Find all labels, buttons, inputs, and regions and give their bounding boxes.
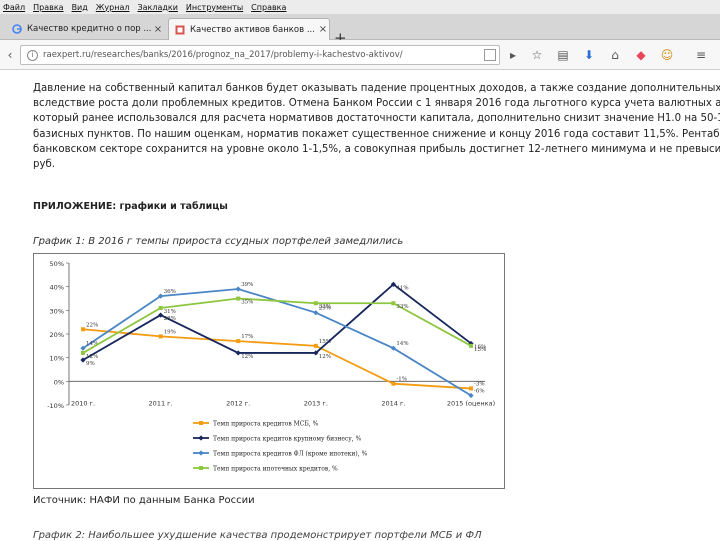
- loan-growth-chart: -10% 0% 10% 20% 30% 40% 50% 2010 г. 2011 г. 2012 …: [33, 253, 505, 489]
- data-label: 17%: [241, 334, 253, 340]
- site-favicon-icon: [175, 25, 185, 34]
- data-point: [469, 386, 473, 391]
- paragraph-line: вследствие роста доли проблемных кредито…: [33, 98, 720, 110]
- data-point: [158, 334, 163, 339]
- legend-label: Темп прироста кредитов ФЛ (кроме ипотеки…: [213, 451, 368, 458]
- appendix-heading: ПРИЛОЖЕНИЕ: графики и таблицы: [33, 201, 228, 212]
- data-label: 36%: [164, 289, 176, 295]
- tab-bar: Качество кредитно о пор ... × Качество а…: [0, 14, 720, 46]
- y-tick-label: 0%: [54, 378, 64, 386]
- paragraph-line: Давление на собственный капитал банков б…: [33, 83, 720, 94]
- data-label: 33%: [396, 304, 408, 310]
- star-icon[interactable]: ☆: [530, 48, 544, 62]
- tab-google[interactable]: Качество кредитно о пор ... ×: [6, 18, 164, 40]
- menu-item[interactable]: Файл: [3, 3, 25, 12]
- chart-source: Источник: НАФИ по данным Банка России: [33, 495, 255, 506]
- data-label: 41%: [396, 285, 408, 291]
- address-bar[interactable]: i raexpert.ru/researches/banks/2016/prog…: [20, 45, 500, 65]
- data-label: 28%: [164, 316, 176, 322]
- page-content: Давление на собственный капитал банков б…: [0, 71, 720, 541]
- paragraph-line: базисных пунктов. По нашим оценкам, норм…: [33, 128, 720, 140]
- tab-article[interactable]: Качество активов банков ... ×: [168, 18, 330, 40]
- paragraph-line: который ранее использовался для расчета …: [33, 113, 720, 125]
- y-tick-label: 10%: [50, 355, 64, 363]
- tab-title: Качество активов банков ...: [190, 24, 315, 35]
- menu-icon[interactable]: ≡: [694, 48, 708, 62]
- data-label: 39%: [241, 282, 253, 288]
- data-label: -3%: [474, 381, 485, 387]
- y-tick-label: -10%: [47, 402, 64, 410]
- menu-item[interactable]: Вид: [72, 3, 88, 12]
- y-tick-label: 40%: [50, 284, 64, 292]
- pocket-icon[interactable]: ◆: [634, 48, 648, 62]
- close-tab-icon[interactable]: ×: [152, 24, 164, 35]
- data-label: -1%: [396, 377, 407, 383]
- x-tick-label: 2015 (оценка): [447, 399, 495, 407]
- data-label: 14%: [396, 341, 408, 347]
- download-icon[interactable]: ⬇: [582, 48, 596, 62]
- data-label: -6%: [474, 389, 485, 395]
- legend-label: Темп прироста кредитов крупному бизнесу,…: [213, 436, 362, 443]
- data-label: 12%: [319, 354, 331, 360]
- data-label: 35%: [241, 300, 253, 306]
- data-point: [391, 301, 396, 306]
- article-paragraph: Давление на собственный капитал банков б…: [33, 81, 720, 172]
- close-tab-icon[interactable]: ×: [317, 24, 329, 35]
- home-icon[interactable]: ⌂: [608, 48, 622, 62]
- data-label: 9%: [86, 361, 95, 367]
- data-label: 12%: [241, 354, 253, 360]
- data-label: 33%: [319, 304, 331, 310]
- page-action-icon[interactable]: [484, 49, 496, 61]
- data-label: 19%: [164, 329, 176, 335]
- legend-swatch-marker: [199, 421, 203, 425]
- legend-swatch-marker: [199, 466, 203, 470]
- menu-item[interactable]: Журнал: [96, 3, 130, 12]
- google-g-icon: [12, 24, 22, 34]
- data-point: [236, 339, 241, 344]
- menu-item[interactable]: Правка: [33, 3, 63, 12]
- data-label: 12%: [86, 354, 98, 360]
- y-tick-label: 30%: [50, 307, 64, 315]
- y-tick-label: 50%: [50, 260, 64, 268]
- data-point: [236, 296, 241, 301]
- next-chart-caption: График 2: Наибольшее ухудшение качества …: [33, 530, 482, 541]
- data-point: [81, 350, 85, 355]
- url-text: raexpert.ru/researches/banks/2016/progno…: [43, 50, 403, 60]
- x-tick-label: 2014 г.: [381, 399, 405, 407]
- back-arrow-icon[interactable]: ‹: [3, 48, 17, 62]
- data-label: 15%: [474, 347, 486, 353]
- search-arrow-icon[interactable]: ▸: [506, 48, 520, 62]
- legend-label: Темп прироста кредитов МСБ, %: [213, 421, 319, 428]
- legend-label: Темп прироста ипотечных кредитов, %: [213, 466, 338, 473]
- navigation-bar: ‹ i raexpert.ru/researches/banks/2016/pr…: [0, 40, 720, 70]
- x-tick-label: 2010 г.: [71, 399, 95, 407]
- data-label: 22%: [86, 322, 98, 328]
- data-point: [81, 327, 85, 332]
- paragraph-line: банковском секторе сохранится на уровне …: [33, 143, 720, 155]
- x-tick-label: 2012 г.: [226, 399, 250, 407]
- data-point: [391, 381, 396, 386]
- menu-item[interactable]: Закладки: [137, 3, 177, 12]
- data-point: [469, 343, 473, 348]
- info-icon[interactable]: i: [27, 49, 38, 61]
- clipboard-icon[interactable]: ▤: [556, 48, 570, 62]
- x-tick-label: 2011 г.: [149, 399, 173, 407]
- data-point: [158, 305, 163, 310]
- y-tick-label: 20%: [50, 331, 64, 339]
- tab-title: Качество кредитно о пор ...: [27, 24, 152, 34]
- data-point: [313, 301, 318, 306]
- paragraph-line: руб.: [33, 158, 56, 170]
- menu-bar: Файл Правка Вид Журнал Закладки Инструменты Сп…: [0, 0, 720, 14]
- data-label: 31%: [164, 309, 176, 315]
- menu-item[interactable]: Инструменты: [186, 3, 243, 12]
- chart-caption: График 1: В 2016 г темпы прироста ссудны…: [33, 236, 404, 247]
- data-point: [313, 343, 318, 348]
- x-tick-label: 2013 г.: [304, 399, 328, 407]
- menu-item[interactable]: Справка: [251, 3, 286, 12]
- smiley-icon[interactable]: ☺: [660, 48, 674, 62]
